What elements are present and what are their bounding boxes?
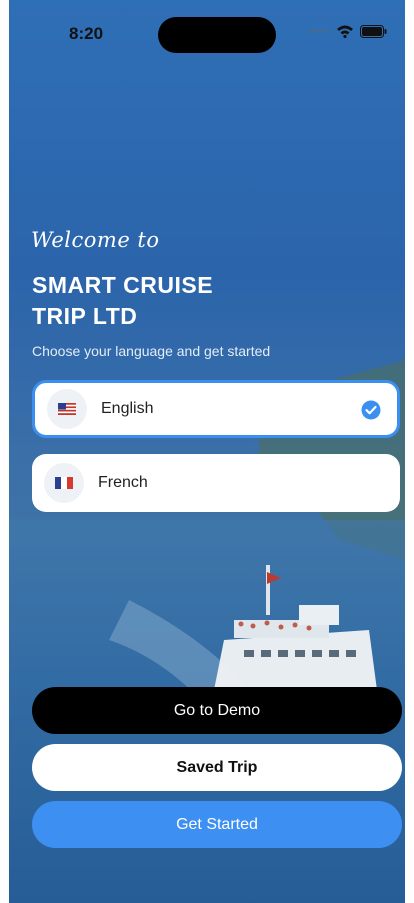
dynamic-island xyxy=(158,17,276,53)
fr-flag-icon xyxy=(55,477,73,489)
go-to-demo-button[interactable]: Go to Demo xyxy=(32,687,402,734)
flag-badge xyxy=(44,463,84,503)
flag-badge xyxy=(47,389,87,429)
battery-icon xyxy=(360,24,387,38)
signal-dots-icon xyxy=(309,29,330,33)
welcome-script-text: Welcome to xyxy=(31,228,160,252)
us-flag-icon xyxy=(58,403,76,415)
check-circle-icon xyxy=(361,400,381,420)
language-label-english: English xyxy=(101,400,154,417)
status-bar: 8:20 xyxy=(9,0,405,60)
saved-trip-button[interactable]: Saved Trip xyxy=(32,744,402,791)
language-label-french: French xyxy=(98,474,148,491)
wifi-icon xyxy=(337,25,353,38)
language-option-french[interactable]: French xyxy=(32,454,400,512)
app-title: SMART CRUISE TRIP LTD xyxy=(32,270,332,332)
language-option-english[interactable]: English xyxy=(32,380,400,438)
app-screen: 8:20 Welcome to SMART CRUISE TRIP LTD Ch… xyxy=(9,0,405,903)
status-time: 8:20 xyxy=(69,24,104,43)
app-title-line1: SMART CRUISE xyxy=(32,272,214,298)
page-subtitle: Choose your language and get started xyxy=(32,343,271,359)
app-title-line2: TRIP LTD xyxy=(32,303,138,329)
status-indicators xyxy=(308,24,387,38)
get-started-button[interactable]: Get Started xyxy=(32,801,402,848)
